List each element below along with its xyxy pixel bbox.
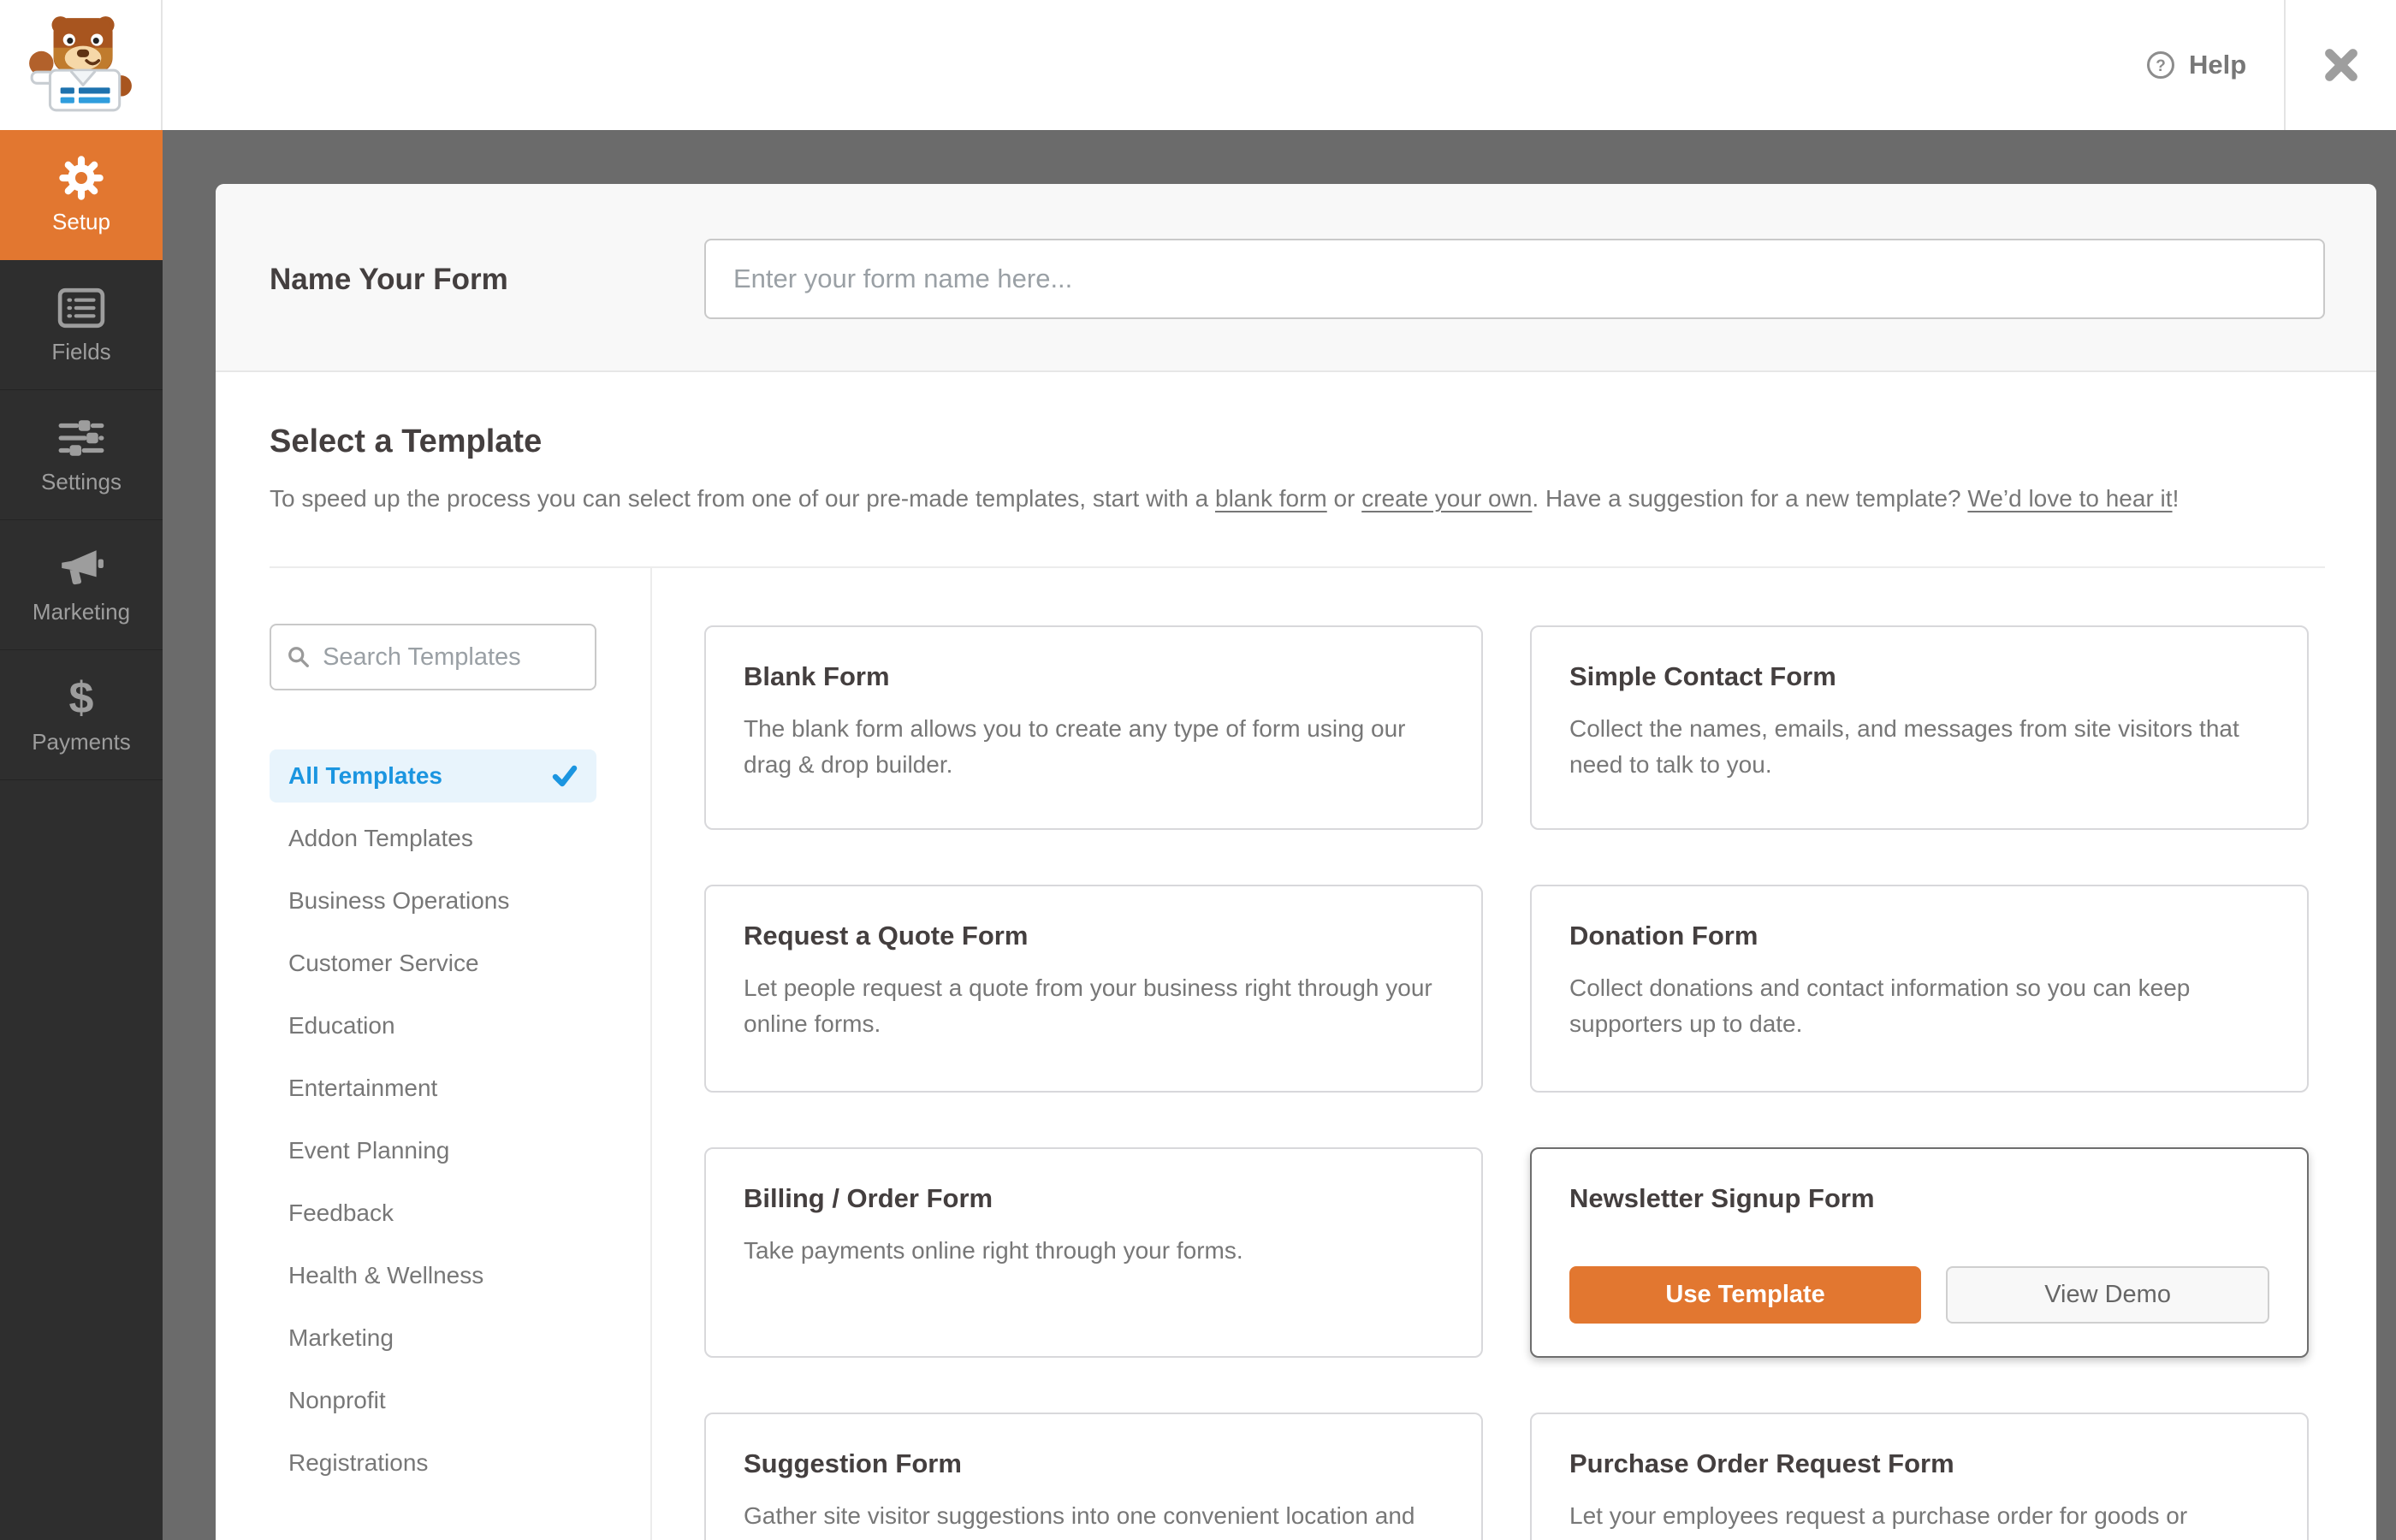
- sidebar-item-label: Marketing: [32, 598, 131, 625]
- category-nonprofit[interactable]: Nonprofit: [270, 1374, 596, 1427]
- column-divider: [650, 568, 652, 1540]
- use-template-button[interactable]: Use Template: [1569, 1266, 1922, 1324]
- template-intro: To speed up the process you can select f…: [270, 485, 2179, 512]
- template-card-title: Purchase Order Request Form: [1569, 1448, 1954, 1478]
- card-blank-form[interactable]: Blank Form The blank form allows you to …: [704, 625, 1483, 830]
- megaphone-icon: [57, 545, 105, 591]
- section-divider: [270, 566, 2325, 568]
- sliders-icon: [57, 415, 105, 461]
- template-card-title: Donation Form: [1569, 921, 1758, 951]
- card-newsletter-signup-form[interactable]: Newsletter Signup Form Use Template View…: [1530, 1147, 2309, 1358]
- category-registrations[interactable]: Registrations: [270, 1436, 596, 1490]
- card-suggestion-form[interactable]: Suggestion Form Gather site visitor sugg…: [704, 1413, 1483, 1540]
- sidebar-item-settings[interactable]: Settings: [0, 390, 163, 520]
- card-billing-order-form[interactable]: Billing / Order Form Take payments onlin…: [704, 1147, 1483, 1358]
- form-name-section: Name Your Form: [216, 184, 2376, 372]
- form-name-input[interactable]: [704, 239, 2325, 319]
- intro-text: or: [1326, 485, 1362, 512]
- template-card-description: Take payments online right through your …: [744, 1237, 1243, 1264]
- blank-form-link[interactable]: blank form: [1215, 485, 1327, 512]
- search-input[interactable]: [323, 643, 579, 672]
- close-icon: [2324, 49, 2357, 81]
- sidebar-item-fields[interactable]: Fields: [0, 260, 163, 390]
- sidebar-item-label: Payments: [32, 728, 131, 755]
- category-addon-templates[interactable]: Addon Templates: [270, 812, 596, 865]
- builder-sidebar: Setup Fields Settings Marketing $ Paymen…: [0, 130, 163, 1540]
- template-card-title: Blank Form: [744, 661, 890, 691]
- form-name-label: Name Your Form: [270, 263, 508, 296]
- template-section: Select a Template To speed up the proces…: [216, 372, 2376, 1540]
- category-business-operations[interactable]: Business Operations: [270, 874, 596, 927]
- suggest-template-link[interactable]: We’d love to hear it: [1967, 485, 2172, 512]
- intro-text: . Have a suggestion for a new template?: [1532, 485, 1968, 512]
- card-purchase-order-request-form[interactable]: Purchase Order Request Form Let your emp…: [1530, 1413, 2309, 1540]
- template-card-title: Request a Quote Form: [744, 921, 1029, 951]
- sidebar-item-marketing[interactable]: Marketing: [0, 520, 163, 650]
- fields-icon: [57, 285, 105, 331]
- form-builder-window: ? Help Setup Fields Settings Marketing $…: [0, 0, 2396, 1540]
- category-education[interactable]: Education: [270, 999, 596, 1052]
- category-event-planning[interactable]: Event Planning: [270, 1124, 596, 1177]
- create-your-own-link[interactable]: create your own: [1361, 485, 1532, 512]
- intro-text: To speed up the process you can select f…: [270, 485, 1216, 512]
- wpforms-bear-icon: [29, 16, 132, 112]
- category-feedback[interactable]: Feedback: [270, 1187, 596, 1240]
- template-card-title: Suggestion Form: [744, 1448, 962, 1478]
- sidebar-item-label: Fields: [51, 338, 111, 364]
- search-icon: [288, 647, 309, 667]
- category-customer-service[interactable]: Customer Service: [270, 937, 596, 990]
- gear-icon: [59, 155, 104, 201]
- category-all-templates[interactable]: All Templates: [270, 749, 596, 803]
- template-card-description: Gather site visitor suggestions into one…: [744, 1502, 1415, 1540]
- checkmark-icon: [552, 765, 578, 787]
- template-grid: Blank Form The blank form allows you to …: [704, 625, 2309, 1540]
- help-button[interactable]: ? Help: [2146, 0, 2246, 130]
- template-card-title: Simple Contact Form: [1569, 661, 1836, 691]
- top-bar: ? Help: [0, 0, 2396, 130]
- category-health-wellness[interactable]: Health & Wellness: [270, 1249, 596, 1302]
- wpforms-logo: [0, 0, 163, 130]
- sidebar-item-label: Settings: [41, 468, 122, 495]
- template-card-description: Let people request a quote from your bus…: [744, 974, 1432, 1037]
- template-card-description: Let your employees request a purchase or…: [1569, 1502, 2188, 1540]
- close-button[interactable]: [2286, 0, 2396, 130]
- template-card-title: Newsletter Signup Form: [1569, 1183, 1875, 1213]
- card-request-a-quote-form[interactable]: Request a Quote Form Let people request …: [704, 885, 1483, 1093]
- sidebar-item-payments[interactable]: $ Payments: [0, 650, 163, 780]
- dollar-icon: $: [68, 672, 94, 723]
- category-marketing[interactable]: Marketing: [270, 1312, 596, 1365]
- card-simple-contact-form[interactable]: Simple Contact Form Collect the names, e…: [1530, 625, 2309, 830]
- view-demo-button[interactable]: View Demo: [1946, 1266, 2269, 1324]
- template-card-description: The blank form allows you to create any …: [744, 715, 1406, 778]
- card-actions: Use Template View Demo: [1569, 1266, 2269, 1324]
- card-donation-form[interactable]: Donation Form Collect donations and cont…: [1530, 885, 2309, 1093]
- sidebar-item-setup[interactable]: Setup: [0, 130, 163, 260]
- template-search: [270, 624, 596, 690]
- intro-text: !: [2172, 485, 2180, 512]
- svg-text:?: ?: [2156, 57, 2166, 75]
- help-icon: ?: [2147, 51, 2174, 79]
- category-entertainment[interactable]: Entertainment: [270, 1062, 596, 1115]
- help-label: Help: [2189, 50, 2247, 80]
- select-template-title: Select a Template: [270, 424, 543, 459]
- sidebar-item-label: Setup: [52, 208, 110, 234]
- category-list: All Templates Addon Templates Business O…: [270, 749, 596, 1499]
- template-card-description: Collect donations and contact informatio…: [1569, 974, 2191, 1037]
- template-card-title: Billing / Order Form: [744, 1183, 993, 1213]
- setup-panel: Name Your Form Select a Template To spee…: [216, 184, 2376, 1540]
- template-card-description: Collect the names, emails, and messages …: [1569, 715, 2239, 778]
